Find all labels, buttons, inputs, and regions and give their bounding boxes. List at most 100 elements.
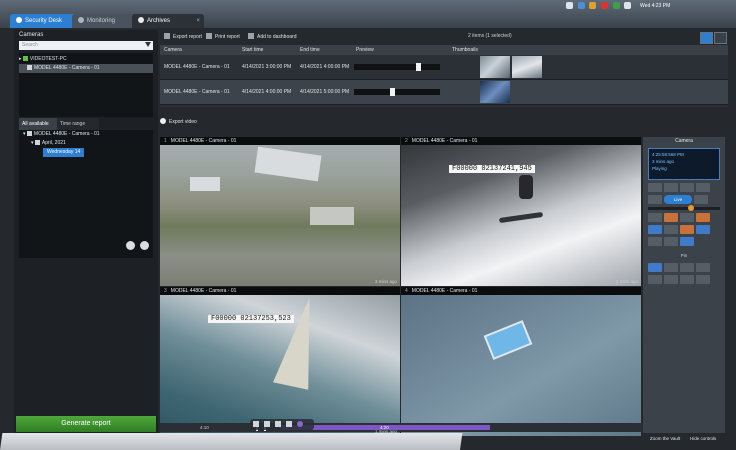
- tab-monitoring[interactable]: Monitoring: [72, 14, 140, 28]
- add-to-dashboard-button[interactable]: Add to dashboard: [248, 33, 296, 40]
- thumbnail[interactable]: [480, 81, 510, 103]
- filter-node-camera[interactable]: ▾ MODEL 4480E - Camera - 01: [19, 130, 153, 139]
- slider-thumb[interactable]: [688, 205, 694, 211]
- step-back-button[interactable]: [664, 183, 678, 192]
- building: [254, 146, 322, 182]
- chart-view-button[interactable]: [714, 32, 727, 44]
- snapshot-button[interactable]: [648, 213, 662, 222]
- filter-icon[interactable]: [145, 42, 151, 47]
- step-back-icon[interactable]: [264, 421, 270, 427]
- ptz-button[interactable]: [664, 275, 678, 284]
- export-icon: [164, 33, 170, 39]
- pause-icon[interactable]: [275, 421, 281, 427]
- time-ago: 3 mins ago: [374, 279, 397, 284]
- ptz-button[interactable]: [680, 275, 694, 284]
- refresh-icon[interactable]: [140, 241, 149, 250]
- col-end-time[interactable]: End time: [300, 45, 320, 55]
- filter-node-month[interactable]: ▾ April, 2021: [19, 139, 153, 148]
- tiles-view-button[interactable]: [700, 32, 713, 44]
- preview-timeline[interactable]: [354, 63, 440, 71]
- tray-icon[interactable]: [601, 2, 609, 9]
- close-icon[interactable]: ×: [196, 14, 200, 28]
- preview-timeline[interactable]: [354, 88, 440, 96]
- generate-report-button[interactable]: Generate report: [16, 416, 156, 432]
- loop-button[interactable]: [693, 195, 708, 204]
- info-button[interactable]: [664, 237, 678, 246]
- video-tile-2[interactable]: 2 MODEL 4480E - Camera - 01 F00000 021372…: [401, 137, 641, 286]
- tab-archives[interactable]: Archives ×: [132, 14, 204, 28]
- export-clip-button[interactable]: [648, 225, 662, 234]
- rewind-icon[interactable]: [253, 421, 259, 427]
- ptz-row-1: [648, 263, 720, 272]
- hide-controls-button[interactable]: Hide controls: [690, 436, 716, 441]
- clear-icon[interactable]: [126, 241, 136, 250]
- table-row[interactable]: MODEL 4480E - Camera - 01 4/14/2021 3:00…: [160, 55, 728, 80]
- bookmark-button[interactable]: [664, 213, 678, 222]
- record-icon[interactable]: [297, 421, 303, 427]
- video-tile-4[interactable]: 4 MODEL 4480E - Camera - 01: [401, 287, 641, 436]
- row-end: 4/14/2021 4:00:00 PM: [300, 64, 350, 70]
- col-preview[interactable]: Preview: [356, 45, 374, 55]
- system-tray: Wed 4:23 PM: [566, 2, 732, 12]
- step-forward-icon[interactable]: [286, 421, 292, 427]
- share-button[interactable]: [696, 225, 710, 234]
- status-state: Playing: [652, 166, 667, 171]
- tray-icon[interactable]: [612, 2, 620, 9]
- alarm-button[interactable]: [696, 213, 710, 222]
- status-time: 4:25:58:568 PM: [652, 152, 684, 157]
- tree-node-camera[interactable]: MODEL 4480E - Camera - 01: [19, 64, 153, 73]
- tile-header: 2 MODEL 4480E - Camera - 01: [401, 137, 641, 145]
- audio-button[interactable]: [648, 237, 662, 246]
- ptz-button[interactable]: [664, 263, 678, 272]
- rewind-button[interactable]: [648, 183, 662, 192]
- pause-button[interactable]: [680, 183, 694, 192]
- print-icon: [206, 33, 212, 39]
- search-placeholder: Search: [22, 42, 38, 48]
- tag-button[interactable]: [664, 225, 678, 234]
- tray-icon[interactable]: [577, 2, 585, 9]
- col-thumbnails[interactable]: Thumbnails: [452, 45, 478, 55]
- table-row[interactable]: MODEL 4480E - Camera - 01 4/14/2021 4:00…: [160, 80, 728, 105]
- reverse-button[interactable]: [648, 195, 662, 204]
- tab-security-desk[interactable]: Security Desk: [10, 14, 80, 28]
- tree-node-server[interactable]: ▸ VIDEOTEST-PC: [19, 55, 153, 64]
- ptz-button[interactable]: [696, 275, 710, 284]
- ptz-button[interactable]: [696, 263, 710, 272]
- export-report-button[interactable]: Export report: [164, 33, 202, 40]
- zoom-vault-toggle[interactable]: Zoom the Vault: [650, 436, 680, 441]
- step-forward-button[interactable]: [696, 183, 710, 192]
- live-button[interactable]: Live: [664, 195, 692, 204]
- tab-all-available[interactable]: All available: [19, 118, 61, 130]
- export-video-button[interactable]: Export video: [160, 118, 360, 128]
- tools-row-2: [648, 225, 720, 234]
- tray-icon[interactable]: [589, 2, 597, 9]
- search-input[interactable]: Search: [19, 41, 153, 50]
- video-tile-1[interactable]: 1 MODEL 4480E - Camera - 01 3 mins ago: [160, 137, 400, 286]
- print-report-button[interactable]: Print report: [206, 33, 240, 40]
- tray-icon[interactable]: [624, 2, 632, 9]
- speed-slider[interactable]: [648, 205, 720, 211]
- ptz-button[interactable]: [648, 275, 662, 284]
- status-display: 4:25:58:568 PM 3 mins ago Playing: [648, 148, 720, 180]
- settings-button[interactable]: [680, 237, 694, 246]
- zoom-button[interactable]: [680, 213, 694, 222]
- tray-icon[interactable]: [566, 2, 573, 9]
- timeline-marker[interactable]: [415, 63, 421, 71]
- playback-timeline[interactable]: 4:10 4:20: [160, 423, 720, 432]
- row-camera: MODEL 4480E - Camera - 01: [164, 64, 230, 70]
- live-row: Live: [648, 195, 720, 204]
- record-button[interactable]: [680, 225, 694, 234]
- col-start-time[interactable]: Start time: [242, 45, 263, 55]
- timeline-marker[interactable]: [390, 88, 396, 96]
- thumbnail[interactable]: [512, 56, 542, 78]
- ptz-button[interactable]: [680, 263, 694, 272]
- col-camera[interactable]: Camera: [164, 45, 182, 55]
- video-tile-3[interactable]: 3 MODEL 4480E - Camera - 01 F00000 021372…: [160, 287, 400, 436]
- filter-node-day[interactable]: Wednesday 14: [19, 148, 153, 157]
- device-bezel: [0, 433, 463, 450]
- tab-time-range[interactable]: Time range: [57, 118, 99, 130]
- thumbnail[interactable]: [480, 56, 510, 78]
- filter-tabs: All available Time range: [19, 118, 153, 130]
- tile-header: 3 MODEL 4480E - Camera - 01: [160, 287, 400, 295]
- ptz-button[interactable]: [648, 263, 662, 272]
